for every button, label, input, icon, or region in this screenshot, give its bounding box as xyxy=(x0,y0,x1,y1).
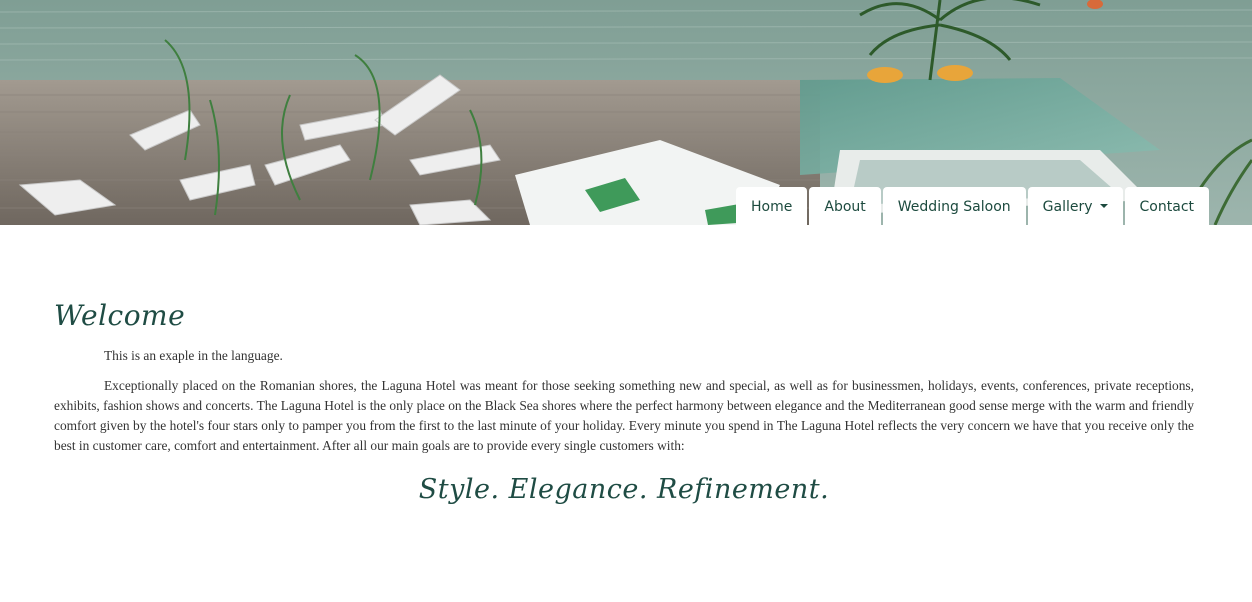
nav-gallery[interactable]: Gallery xyxy=(1027,187,1123,225)
nav-home[interactable]: Home xyxy=(736,187,808,225)
nav-about-label: About xyxy=(824,199,866,215)
hero-banner: Home About Wedding Saloon Gallery Contac… xyxy=(0,0,1252,225)
nav-about[interactable]: About xyxy=(809,187,881,225)
nav-wedding-saloon-label: Wedding Saloon xyxy=(897,199,1011,215)
main-content: Welcome This is an exaple in the languag… xyxy=(54,296,1194,505)
nav-contact-label: Contact xyxy=(1139,199,1194,215)
nav-wedding-saloon[interactable]: Wedding Saloon xyxy=(882,187,1026,225)
page-title: Welcome xyxy=(54,299,186,332)
tagline: Style. Elegance. Refinement. xyxy=(418,474,830,505)
caret-down-icon xyxy=(1099,204,1108,208)
main-nav: Home About Wedding Saloon Gallery Contac… xyxy=(736,187,1209,225)
nav-gallery-label: Gallery xyxy=(1042,199,1093,215)
body-paragraph: Exceptionally placed on the Romanian sho… xyxy=(54,378,1194,453)
intro-paragraph: This is an exaple in the language. xyxy=(104,348,283,363)
nav-home-label: Home xyxy=(751,199,793,215)
nav-contact[interactable]: Contact xyxy=(1124,187,1209,225)
